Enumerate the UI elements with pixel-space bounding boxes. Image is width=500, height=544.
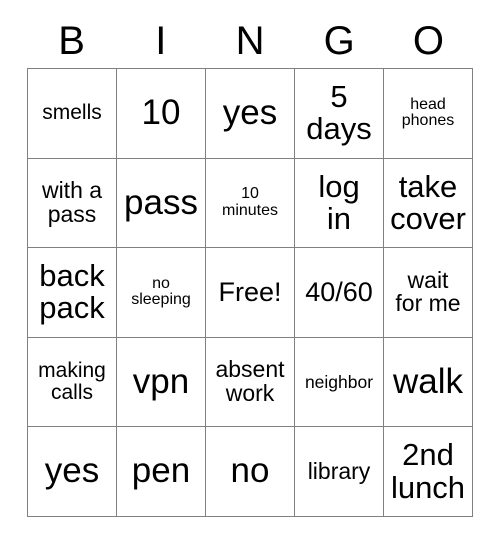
bingo-cell-r4-c4[interactable]: neighbor: [295, 337, 384, 428]
bingo-cell-r2-c2[interactable]: pass: [117, 158, 206, 249]
bingo-grid: smells 10 yes 5 days head phones with a pass p…: [27, 68, 473, 517]
bingo-cell-label: pass: [124, 182, 198, 222]
bingo-cell-label: take cover: [390, 168, 466, 236]
bingo-header-letter-g: G: [323, 19, 355, 63]
bingo-cell-r5-c5[interactable]: 2nd lunch: [384, 427, 473, 517]
bingo-cell-label: 5 days: [306, 79, 372, 147]
bingo-cell-label: absent work: [215, 356, 285, 407]
bingo-cell-r3-c1[interactable]: back pack: [28, 248, 117, 338]
bingo-cell-r1-c5[interactable]: head phones: [384, 69, 473, 159]
bingo-cell-r2-c1[interactable]: with a pass: [28, 158, 117, 249]
bingo-cell-label: wait for me: [395, 266, 461, 317]
bingo-cell-label: 40/60: [305, 277, 373, 308]
bingo-cell-label: no: [230, 451, 270, 491]
bingo-cell-r2-c5[interactable]: take cover: [384, 158, 473, 249]
bingo-cell-r1-c3[interactable]: yes: [206, 69, 295, 159]
bingo-cell-label: neighbor: [304, 371, 374, 392]
bingo-cell-r4-c3[interactable]: absent work: [206, 337, 295, 428]
bingo-cell-r3-c4[interactable]: 40/60: [295, 248, 384, 338]
bingo-cell-r4-c1[interactable]: making calls: [28, 337, 117, 428]
bingo-cell-r3-c3[interactable]: Free!: [206, 248, 295, 338]
bingo-header-letter-n: N: [235, 19, 265, 63]
bingo-cell-r5-c2[interactable]: pen: [117, 427, 206, 517]
bingo-cell-label: making calls: [38, 359, 106, 405]
bingo-cell-label: 10: [141, 93, 181, 133]
bingo-header-letter-b: B: [58, 19, 85, 63]
bingo-cell-label: yes: [44, 451, 100, 491]
bingo-cell-label: vpn: [132, 361, 190, 401]
bingo-header-letter-i: I: [155, 19, 167, 63]
bingo-cell-r1-c1[interactable]: smells: [28, 69, 117, 159]
bingo-cell-r5-c1[interactable]: yes: [28, 427, 117, 517]
bingo-cell-label: 2nd lunch: [390, 437, 466, 505]
bingo-cell-label: no sleeping: [131, 274, 191, 309]
bingo-cell-r4-c5[interactable]: walk: [384, 337, 473, 428]
bingo-cell-label: back pack: [39, 258, 105, 326]
bingo-cell-label: head phones: [401, 95, 455, 130]
bingo-cell-r3-c2[interactable]: no sleeping: [117, 248, 206, 338]
bingo-cell-label: library: [307, 457, 371, 484]
bingo-cell-r3-c5[interactable]: wait for me: [384, 248, 473, 338]
bingo-cell-label: log in: [318, 168, 360, 236]
bingo-cell-label: with a pass: [41, 176, 103, 227]
bingo-cell-r5-c3[interactable]: no: [206, 427, 295, 517]
bingo-card: B I N G O smells 10 yes 5 days head phones wi…: [27, 14, 473, 517]
bingo-cell-label: walk: [392, 361, 464, 401]
bingo-cell-label: smells: [42, 101, 102, 125]
bingo-cell-label: pen: [131, 451, 191, 491]
bingo-cell-label: yes: [222, 93, 278, 133]
bingo-cell-r2-c3[interactable]: 10 minutes: [206, 158, 295, 249]
bingo-header-letter-o: O: [412, 19, 444, 63]
bingo-cell-label: 10 minutes: [221, 185, 279, 219]
bingo-cell-label: Free!: [218, 277, 282, 308]
bingo-cell-r2-c4[interactable]: log in: [295, 158, 384, 249]
bingo-cell-r4-c2[interactable]: vpn: [117, 337, 206, 428]
bingo-cell-r5-c4[interactable]: library: [295, 427, 384, 517]
bingo-header: B I N G O: [27, 14, 473, 68]
bingo-cell-r1-c2[interactable]: 10: [117, 69, 206, 159]
bingo-cell-r1-c4[interactable]: 5 days: [295, 69, 384, 159]
